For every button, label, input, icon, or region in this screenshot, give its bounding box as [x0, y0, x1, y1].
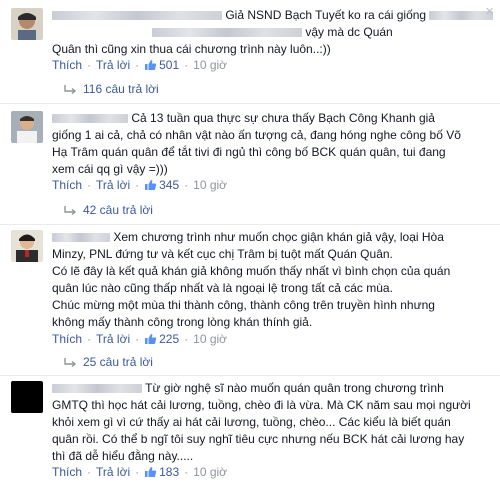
commenter-name[interactable]: [52, 114, 128, 124]
thumbs-up-icon: [144, 59, 157, 75]
reply-button[interactable]: Trả lời: [96, 178, 130, 192]
like-button[interactable]: Thích: [52, 465, 82, 479]
like-count[interactable]: 183: [144, 465, 179, 479]
like-count[interactable]: 501: [144, 58, 179, 72]
comment-actions: Thích · Trả lời · 501 · 10 giờ: [52, 57, 227, 73]
divider: [0, 224, 500, 225]
reply-button[interactable]: Trả lời: [96, 58, 130, 72]
commenter-name[interactable]: [52, 11, 222, 21]
like-button[interactable]: Thích: [52, 58, 82, 72]
comment-text: Giả NSND Bạch Tuyết ko ra cái giống vậy …: [52, 7, 494, 58]
reply-arrow-icon: [64, 204, 77, 222]
avatar[interactable]: [11, 381, 43, 413]
divider: [0, 375, 500, 376]
reply-button[interactable]: Trả lời: [96, 465, 130, 479]
view-replies-link[interactable]: 25 câu trả lời: [64, 353, 153, 371]
tagged-name[interactable]: [152, 28, 302, 38]
comment-text: Xem chương trình như muốn chọc giận khán…: [52, 230, 451, 329]
view-replies-link[interactable]: 42 câu trả lời: [64, 201, 153, 219]
avatar[interactable]: [11, 230, 43, 262]
thumbs-up-icon: [144, 333, 157, 349]
timestamp[interactable]: 10 giờ: [193, 178, 227, 192]
like-count[interactable]: 225: [144, 332, 179, 346]
timestamp[interactable]: 10 giờ: [193, 465, 227, 479]
like-button[interactable]: Thích: [52, 178, 82, 192]
tagged-name[interactable]: [429, 11, 494, 21]
comment-actions: Thích · Trả lời · 225 · 10 giờ: [52, 331, 227, 347]
view-replies-link[interactable]: 116 câu trả lời: [64, 80, 159, 98]
reply-arrow-icon: [64, 356, 77, 374]
timestamp[interactable]: 10 giờ: [193, 332, 227, 346]
reply-button[interactable]: Trả lời: [96, 332, 130, 346]
like-button[interactable]: Thích: [52, 332, 82, 346]
commenter-name[interactable]: [52, 384, 142, 394]
like-count[interactable]: 345: [144, 178, 179, 192]
reply-arrow-icon: [64, 83, 77, 101]
close-icon[interactable]: ✕: [485, 7, 494, 18]
avatar[interactable]: [11, 111, 43, 143]
comment-text: Cả 13 tuần qua thực sự chưa thấy Bạch Cô…: [52, 111, 461, 176]
divider: [0, 103, 500, 104]
comment-actions: Thích · Trả lời · 345 · 10 giờ: [52, 177, 227, 193]
comment-actions: Thích · Trả lời · 183 · 10 giờ: [52, 464, 227, 480]
thumbs-up-icon: [144, 466, 157, 482]
timestamp[interactable]: 10 giờ: [193, 58, 227, 72]
avatar[interactable]: [11, 8, 43, 40]
comment-text: Từ giờ nghệ sĩ nào muốn quán quân trong …: [52, 381, 471, 463]
commenter-name[interactable]: [52, 233, 110, 243]
thumbs-up-icon: [144, 179, 157, 195]
